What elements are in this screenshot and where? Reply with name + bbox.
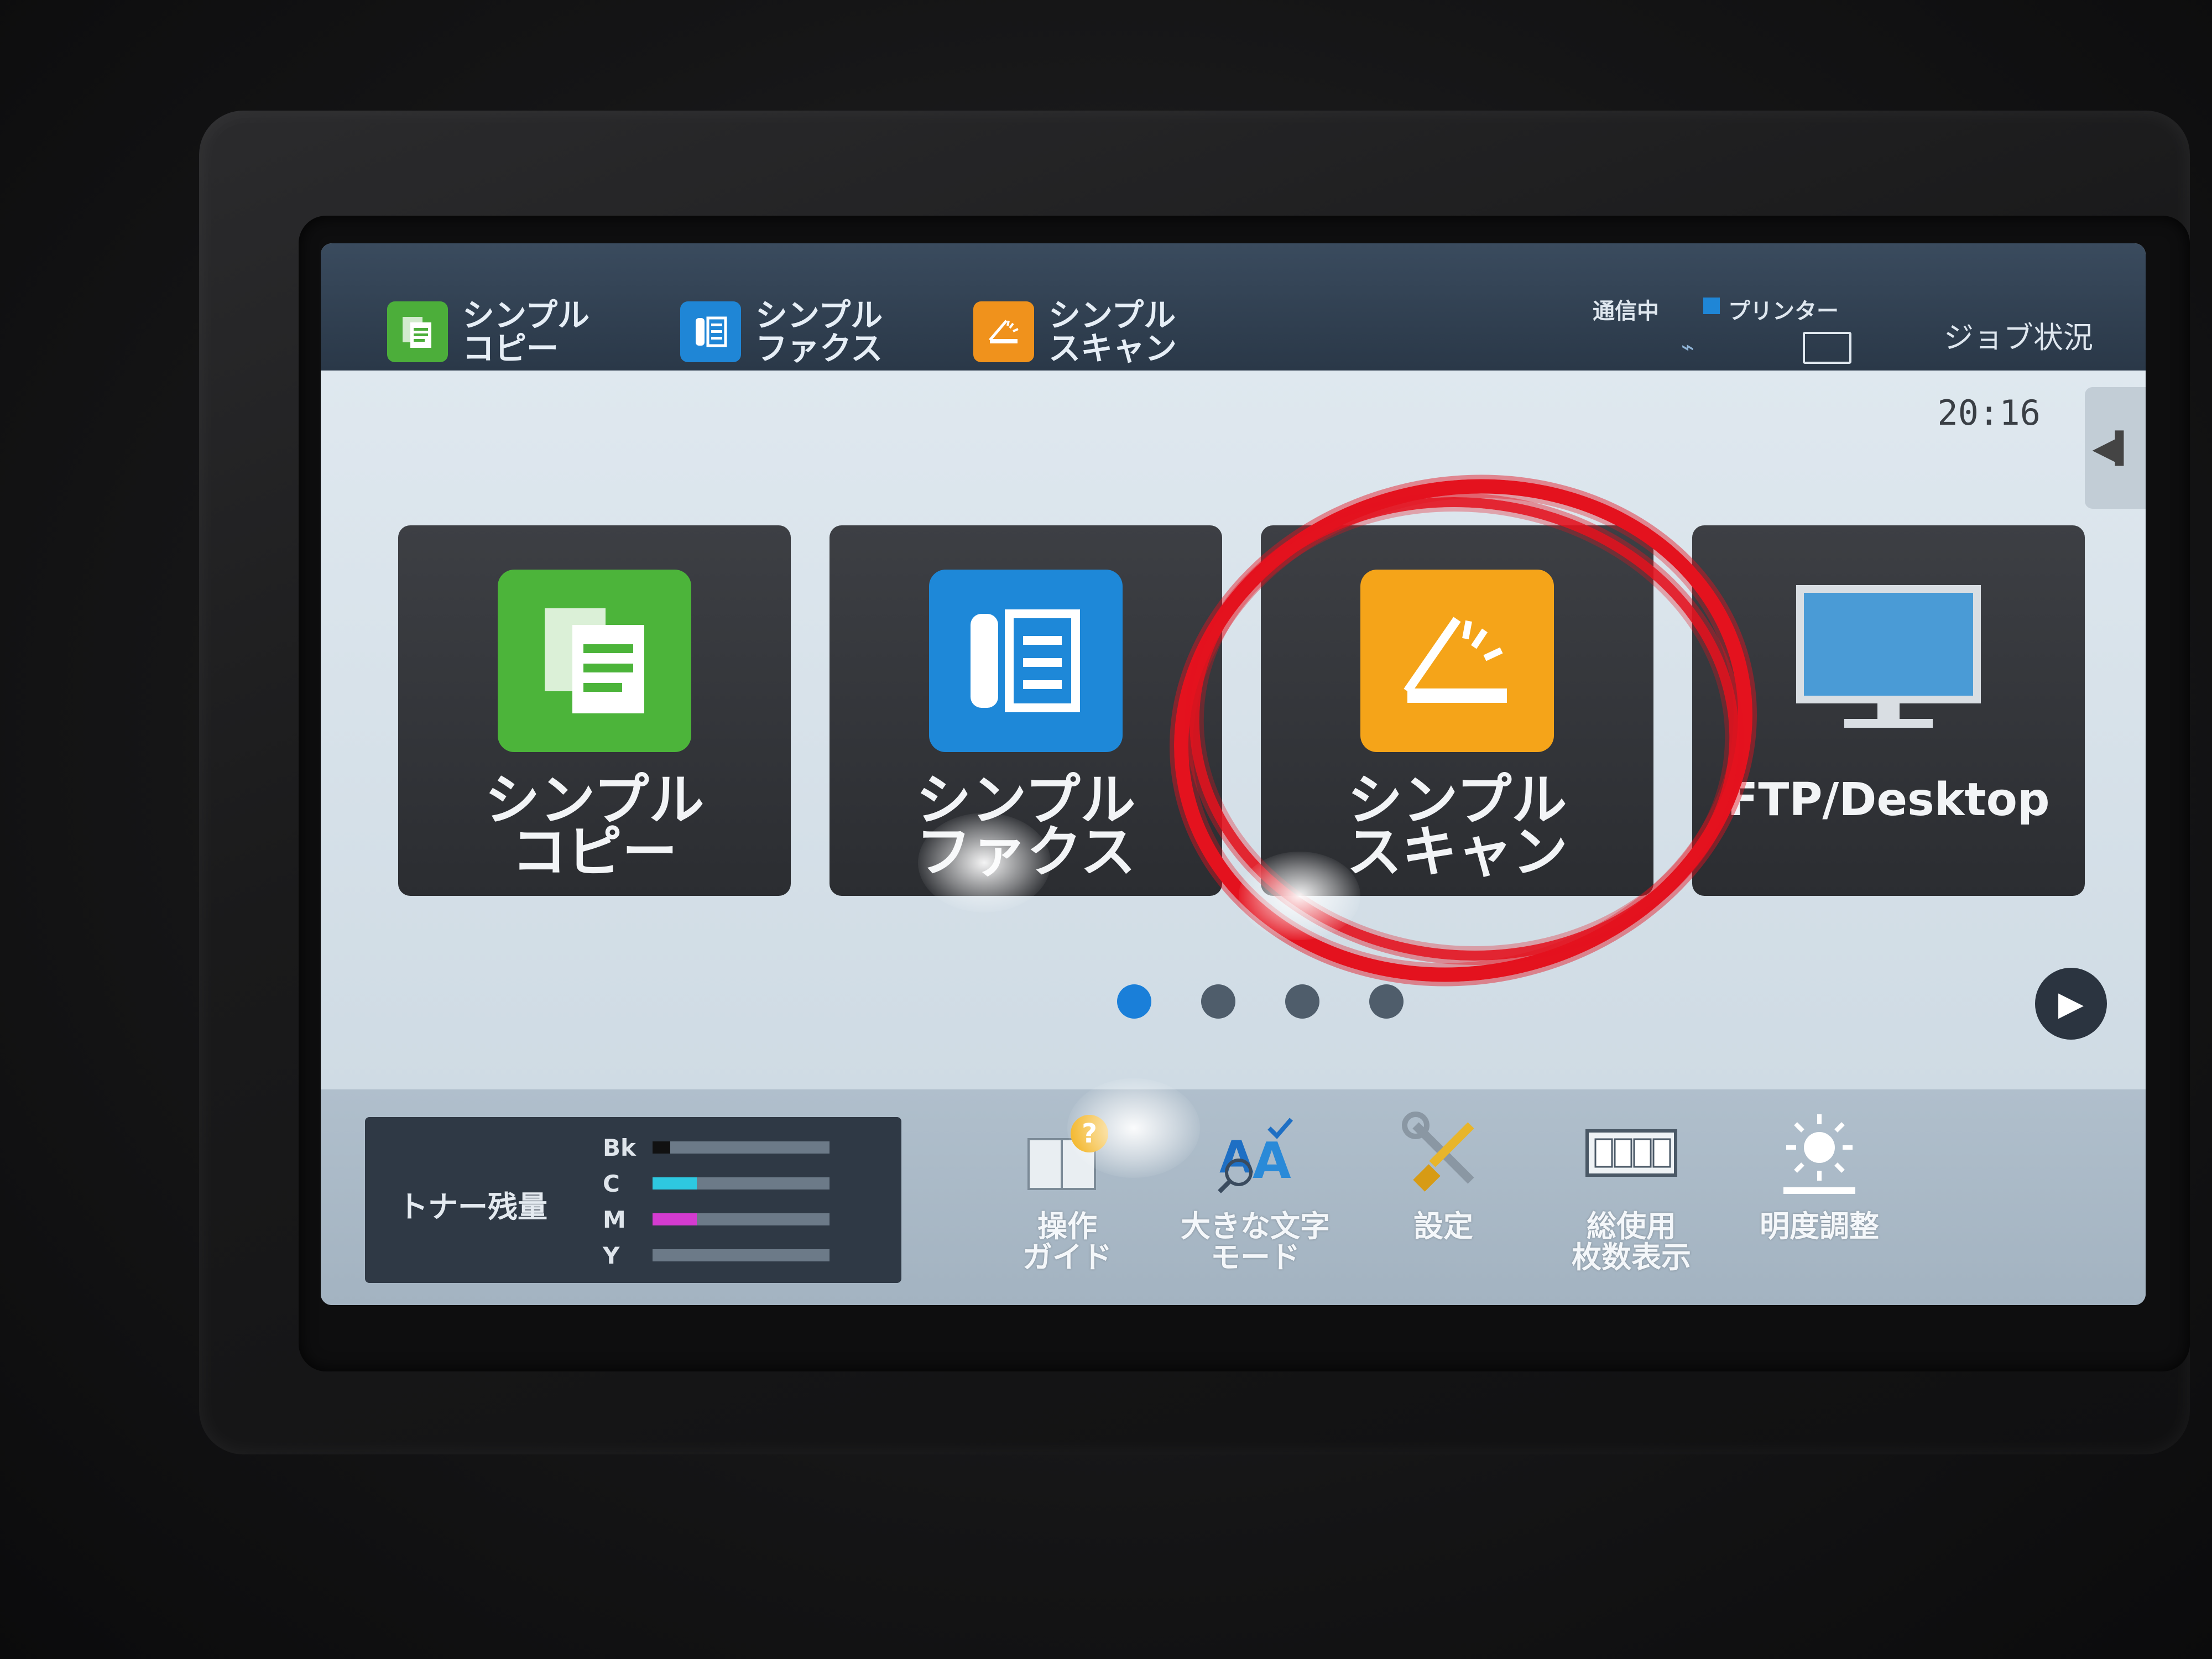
page-dot-3[interactable] (1285, 984, 1319, 1019)
svg-text:A: A (1219, 1131, 1254, 1183)
brightness-icon (1772, 1106, 1866, 1200)
tab-simple-scan[interactable]: シンプル スキャン (973, 299, 1177, 365)
page-dot-4[interactable] (1369, 984, 1404, 1019)
toner-row-m: M (603, 1203, 830, 1236)
toner-fill-c (653, 1177, 697, 1190)
tile-simple-scan[interactable]: シンプル スキャン (1261, 525, 1653, 896)
tile-simple-scan-label: シンプル スキャン (1347, 768, 1568, 884)
status-printer: プリンター (1728, 299, 1839, 324)
brightness-button[interactable]: 明度調整 (1736, 1106, 1902, 1294)
fax-icon (929, 570, 1123, 752)
large-text-mode-button[interactable]: AA 大きな文字 モード (1172, 1106, 1338, 1294)
svg-text:?: ? (1082, 1118, 1097, 1149)
settings-icon (1396, 1106, 1490, 1200)
touch-screen: シンプル コピー シンプル ファクス シンプル スキャン 通信中 プリンター ⌁… (321, 243, 2146, 1305)
copy-icon (498, 570, 691, 752)
tile-ftp-desktop-label: FTP/Desktop (1727, 774, 2050, 826)
bottom-toolbar: トナー残量 Bk C M Y ? 操作 ガイド A A 大きな文字 モード 設定… (321, 1089, 2146, 1305)
status-indicators: 通信中 プリンター ⌁ (1593, 293, 1902, 371)
scan-icon (973, 301, 1034, 362)
status-communicating: 通信中 (1593, 299, 1659, 324)
toner-track-y (653, 1249, 830, 1261)
tab-simple-scan-label: シンプル スキャン (1048, 296, 1177, 367)
large-text-icon: AA (1208, 1106, 1302, 1200)
network-icon: ⌁ (1681, 335, 1695, 360)
tile-ftp-desktop[interactable]: FTP/Desktop (1692, 525, 2085, 896)
toner-track-c (653, 1177, 830, 1190)
tile-simple-fax[interactable]: シンプル ファクス (830, 525, 1222, 896)
play-arrow-icon: ▶ (2058, 984, 2084, 1023)
collapse-arrow-icon: ◀▍ (2092, 430, 2138, 466)
tile-simple-copy[interactable]: シンプル コピー (398, 525, 791, 896)
toner-label-y: Y (603, 1241, 620, 1269)
tab-simple-copy[interactable]: シンプル コピー (387, 299, 589, 365)
next-page-button[interactable]: ▶ (2035, 968, 2107, 1040)
toner-label-bk: Bk (603, 1134, 636, 1161)
monitor-icon (1792, 570, 1985, 752)
total-count-button[interactable]: 総使用 枚数表示 (1548, 1106, 1714, 1294)
page-dot-2[interactable] (1201, 984, 1235, 1019)
page-indicator (1117, 984, 1404, 1019)
svg-text:A: A (1253, 1132, 1291, 1190)
brightness-label: 明度調整 (1760, 1209, 1879, 1244)
printer-indicator-icon (1703, 298, 1720, 314)
counter-icon (1584, 1106, 1678, 1200)
fax-status-icon (1803, 332, 1851, 364)
tab-simple-fax[interactable]: シンプル ファクス (680, 299, 883, 365)
toner-label-c: C (603, 1170, 620, 1197)
large-text-mode-label: 大きな文字 モード (1181, 1209, 1330, 1275)
tile-simple-copy-label: シンプル コピー (484, 768, 705, 884)
toner-level-panel[interactable]: トナー残量 Bk C M Y (365, 1117, 901, 1283)
toner-track-m (653, 1213, 830, 1225)
toner-row-bk: Bk (603, 1131, 830, 1164)
operation-guide-label: 操作 ガイド (1022, 1209, 1112, 1275)
side-panel-toggle-button[interactable]: ◀▍ (2085, 387, 2146, 509)
tab-simple-copy-label: シンプル コピー (462, 296, 590, 367)
clock: 20:16 (1937, 393, 2041, 433)
tab-simple-fax-label: シンプル ファクス (755, 296, 883, 367)
toner-fill-bk (653, 1141, 670, 1154)
settings-label: 設定 (1413, 1209, 1473, 1244)
guide-icon: ? (1020, 1106, 1114, 1200)
tile-simple-fax-label: シンプル ファクス (916, 768, 1136, 884)
home-main-area: 20:16 ◀▍ シンプル コピー シンプル ファクス シンプル スキャン FT… (321, 371, 2146, 1089)
total-count-label: 総使用 枚数表示 (1572, 1209, 1691, 1275)
top-bar: シンプル コピー シンプル ファクス シンプル スキャン 通信中 プリンター ⌁… (321, 243, 2146, 371)
toner-track-bk (653, 1141, 830, 1154)
toner-label-m: M (603, 1206, 626, 1233)
job-status-button[interactable]: ジョブ状況 (1913, 304, 2124, 365)
copy-icon (387, 301, 448, 362)
toner-title: トナー残量 (398, 1190, 547, 1224)
fax-icon (680, 301, 741, 362)
toner-fill-m (653, 1213, 697, 1225)
toner-row-c: C (603, 1167, 830, 1200)
page-dot-1[interactable] (1117, 984, 1151, 1019)
operation-guide-button[interactable]: ? 操作 ガイド (984, 1106, 1150, 1294)
scan-icon (1360, 570, 1554, 752)
toner-row-y: Y (603, 1239, 830, 1272)
settings-button[interactable]: 設定 (1360, 1106, 1526, 1294)
